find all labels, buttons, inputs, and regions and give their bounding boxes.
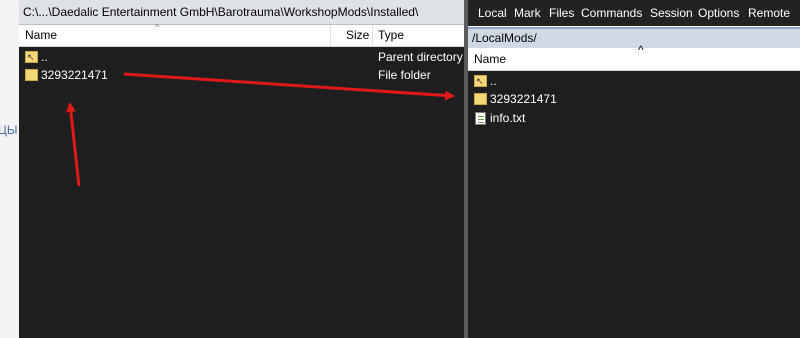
folder-icon bbox=[474, 93, 487, 105]
row-name: .. bbox=[41, 50, 48, 64]
menu-mark[interactable]: Mark bbox=[514, 6, 541, 20]
left-path-text: C:\...\Daedalic Entertainment GmbH\Barot… bbox=[23, 5, 419, 19]
right-path-bar[interactable]: /LocalMods/ bbox=[468, 27, 800, 48]
item-name: .. bbox=[490, 74, 497, 88]
sort-indicator-icon: ^ bbox=[155, 22, 160, 32]
column-type[interactable]: Type bbox=[378, 25, 404, 46]
background-clipped-text: ЦЫ bbox=[0, 123, 18, 137]
background-window-strip bbox=[0, 0, 19, 338]
column-size[interactable]: Size bbox=[346, 25, 369, 46]
item-name: 3293221471 bbox=[490, 92, 557, 106]
left-path-bar[interactable]: C:\...\Daedalic Entertainment GmbH\Barot… bbox=[19, 0, 464, 25]
row-name: 3293221471 bbox=[41, 68, 108, 82]
menu-remote[interactable]: Remote bbox=[748, 6, 790, 20]
right-menu-bar: Local Mark Files Commands Session Option… bbox=[468, 0, 800, 26]
right-path-text: /LocalMods/ bbox=[472, 31, 537, 45]
right-file-list[interactable]: .. 3293221471 info.txt bbox=[468, 71, 800, 338]
table-row[interactable]: 3293221471 File folder bbox=[19, 66, 464, 85]
row-type: Parent directory bbox=[378, 50, 463, 64]
menu-commands[interactable]: Commands bbox=[581, 6, 642, 20]
left-column-header: ^ Name Size Type bbox=[19, 22, 464, 47]
text-file-icon bbox=[475, 112, 486, 125]
row-type: File folder bbox=[378, 68, 431, 82]
parent-folder-icon bbox=[25, 48, 38, 67]
table-row[interactable]: .. Parent directory bbox=[19, 48, 464, 67]
parent-folder-icon bbox=[474, 72, 487, 91]
list-item[interactable]: 3293221471 bbox=[468, 90, 800, 109]
column-name[interactable]: Name bbox=[474, 52, 506, 66]
left-file-list[interactable]: .. Parent directory 3293221471 File fold… bbox=[19, 47, 464, 338]
menu-local[interactable]: Local bbox=[478, 6, 507, 20]
menu-options[interactable]: Options bbox=[698, 6, 739, 20]
right-column-header: ^ Name bbox=[468, 43, 800, 71]
list-item[interactable]: info.txt bbox=[468, 109, 800, 128]
sort-indicator-icon: ^ bbox=[638, 43, 644, 57]
item-name: info.txt bbox=[490, 111, 526, 125]
column-name[interactable]: Name bbox=[25, 25, 57, 46]
menu-files[interactable]: Files bbox=[549, 6, 574, 20]
menu-session[interactable]: Session bbox=[650, 6, 693, 20]
list-item[interactable]: .. bbox=[468, 72, 800, 91]
folder-icon bbox=[25, 69, 38, 81]
